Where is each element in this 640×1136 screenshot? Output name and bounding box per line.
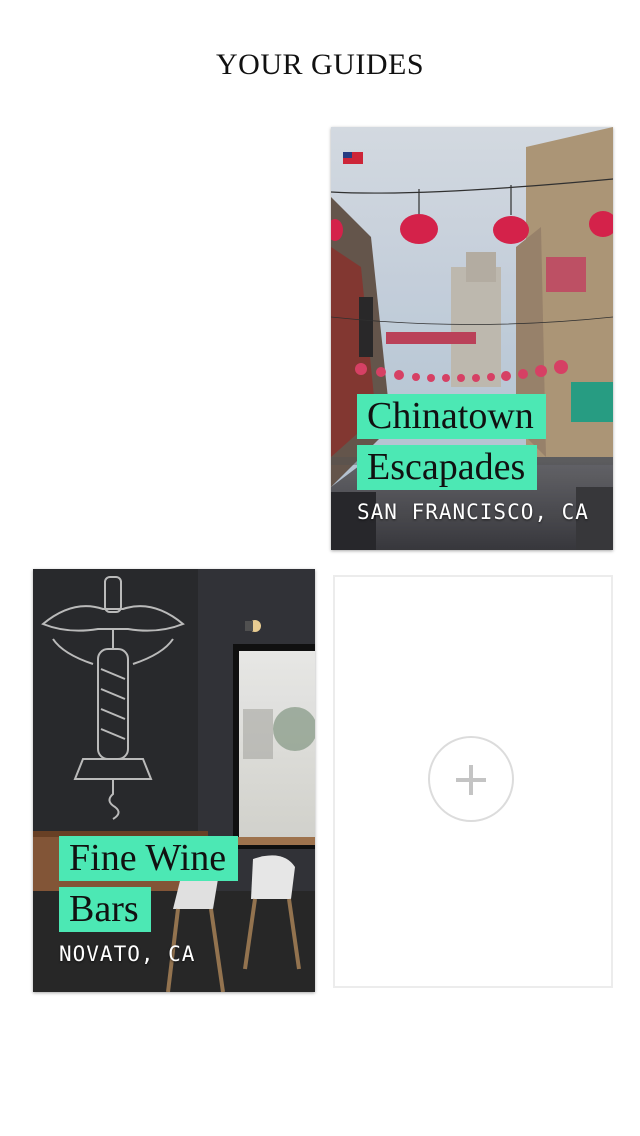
guide-title: Chinatown Escapades: [357, 394, 546, 496]
guide-location: NOVATO, CA: [59, 942, 196, 966]
plus-icon-vertical: [469, 765, 473, 795]
guide-title-line1: Chinatown: [357, 394, 546, 439]
add-guide-button[interactable]: [333, 575, 613, 988]
guide-card-chinatown[interactable]: Chinatown Escapades SAN FRANCISCO, CA: [331, 127, 613, 550]
guide-card-fine-wine-bars[interactable]: Fine Wine Bars NOVATO, CA: [33, 569, 315, 992]
guide-location: SAN FRANCISCO, CA: [357, 500, 589, 524]
guide-title: Fine Wine Bars: [59, 836, 239, 938]
guide-title-line2: Bars: [59, 887, 151, 932]
plus-icon[interactable]: [428, 736, 514, 822]
guides-screen: YOUR GUIDES Chinatown Escapades SAN FRAN…: [0, 0, 640, 1136]
guide-title-line2: Escapades: [357, 445, 538, 490]
guide-title-line1: Fine Wine: [59, 836, 239, 881]
page-title: YOUR GUIDES: [216, 48, 424, 81]
